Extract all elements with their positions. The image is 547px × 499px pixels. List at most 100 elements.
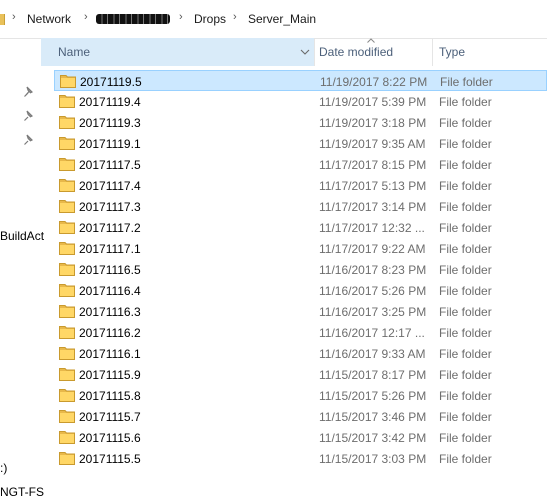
file-name[interactable]: 20171119.3	[79, 116, 141, 130]
nav-item-drive[interactable]: :)	[0, 461, 7, 475]
file-type: File folder	[439, 116, 492, 130]
address-bar[interactable]: › Network › › Drops › Server_Main	[0, 0, 547, 39]
file-date-modified: 11/15/2017 3:03 PM	[319, 452, 427, 466]
folder-icon	[59, 95, 75, 108]
file-date-modified: 11/17/2017 5:13 PM	[319, 179, 427, 193]
file-row[interactable]: 20171116.2 11/16/2017 12:17 ... File folde…	[54, 322, 547, 343]
file-row[interactable]: 20171119.3 11/19/2017 3:18 PM File folder	[54, 112, 547, 133]
file-type: File folder	[439, 389, 492, 403]
file-type: File folder	[439, 263, 492, 277]
chevron-right-icon[interactable]: ›	[12, 11, 16, 23]
folder-icon	[59, 263, 75, 276]
nav-item-buildact[interactable]: BuildAct	[0, 229, 44, 243]
file-date-modified: 11/16/2017 9:33 AM	[319, 347, 426, 361]
folder-icon	[59, 347, 75, 360]
file-name[interactable]: 20171116.4	[79, 284, 141, 298]
pin-icon[interactable]	[23, 134, 35, 146]
file-type: File folder	[439, 284, 492, 298]
folder-icon	[59, 284, 75, 297]
file-row[interactable]: 20171115.7 11/15/2017 3:46 PM File folder	[54, 406, 547, 427]
folder-icon	[59, 326, 75, 339]
file-row[interactable]: 20171117.4 11/17/2017 5:13 PM File folder	[54, 175, 547, 196]
file-date-modified: 11/19/2017 3:18 PM	[319, 116, 427, 130]
file-row[interactable]: 20171116.1 11/16/2017 9:33 AM File folder	[54, 343, 547, 364]
pin-icon[interactable]	[23, 110, 35, 122]
folder-icon	[59, 137, 75, 150]
file-name[interactable]: 20171115.6	[79, 431, 141, 445]
file-row[interactable]: 20171115.9 11/15/2017 8:17 PM File folder	[54, 364, 547, 385]
file-date-modified: 11/16/2017 8:23 PM	[319, 263, 427, 277]
file-name[interactable]: 20171115.9	[79, 368, 141, 382]
file-name[interactable]: 20171116.2	[79, 326, 141, 340]
navigation-pane: BuildAct :) NGT-FS	[0, 38, 44, 499]
file-type: File folder	[439, 452, 492, 466]
file-name[interactable]: 20171117.2	[79, 221, 141, 235]
file-name[interactable]: 20171116.1	[79, 347, 141, 361]
file-row[interactable]: 20171117.2 11/17/2017 12:32 ... File folde…	[54, 217, 547, 238]
file-row[interactable]: 20171115.5 11/15/2017 3:03 PM File folder	[54, 448, 547, 469]
file-row[interactable]: 20171116.5 11/16/2017 8:23 PM File folder	[54, 259, 547, 280]
file-date-modified: 11/15/2017 3:42 PM	[319, 431, 427, 445]
file-type: File folder	[439, 95, 492, 109]
file-row[interactable]: 20171117.1 11/17/2017 9:22 AM File folder	[54, 238, 547, 259]
file-name[interactable]: 20171116.5	[79, 263, 141, 277]
pin-icon[interactable]	[23, 86, 35, 98]
file-row[interactable]: 20171117.3 11/17/2017 3:14 PM File folder	[54, 196, 547, 217]
column-name-header[interactable]: Name	[41, 38, 314, 66]
column-date-label: Date modified	[319, 45, 394, 59]
folder-icon	[59, 410, 75, 423]
folder-icon	[59, 179, 75, 192]
folder-icon	[59, 200, 75, 213]
breadcrumb-drops[interactable]: Drops	[194, 12, 226, 26]
file-name[interactable]: 20171117.5	[79, 158, 141, 172]
breadcrumb-network[interactable]: Network	[27, 12, 71, 26]
file-row[interactable]: 20171119.1 11/19/2017 9:35 AM File folder	[54, 133, 547, 154]
file-name[interactable]: 20171115.7	[79, 410, 141, 424]
folder-icon	[59, 116, 75, 129]
file-name[interactable]: 20171117.4	[79, 179, 141, 193]
nav-item-ngt-fs[interactable]: NGT-FS	[0, 485, 44, 499]
file-name[interactable]: 20171116.3	[79, 305, 141, 319]
file-date-modified: 11/15/2017 8:17 PM	[319, 368, 427, 382]
file-name[interactable]: 20171119.5	[80, 75, 142, 89]
file-row[interactable]: 20171115.8 11/15/2017 5:26 PM File folder	[54, 385, 547, 406]
file-date-modified: 11/17/2017 3:14 PM	[319, 200, 427, 214]
column-type-header[interactable]: Type	[433, 38, 547, 66]
file-name[interactable]: 20171115.5	[79, 452, 141, 466]
file-name[interactable]: 20171115.8	[79, 389, 141, 403]
file-row[interactable]: 20171119.4 11/19/2017 5:39 PM File folder	[54, 91, 547, 112]
chevron-right-icon[interactable]: ›	[233, 11, 237, 23]
file-row[interactable]: 20171116.3 11/16/2017 3:25 PM File folder	[54, 301, 547, 322]
file-type: File folder	[440, 75, 493, 89]
file-type: File folder	[439, 326, 492, 340]
file-name[interactable]: 20171119.1	[79, 137, 141, 151]
file-type: File folder	[439, 368, 492, 382]
column-type-label: Type	[439, 45, 466, 59]
column-date-modified-header[interactable]: Date modified	[315, 38, 432, 66]
folder-icon	[59, 305, 75, 318]
file-name[interactable]: 20171119.4	[79, 95, 141, 109]
folder-icon	[59, 221, 75, 234]
file-row[interactable]: 20171115.6 11/15/2017 3:42 PM File folder	[54, 427, 547, 448]
file-row[interactable]: 20171117.5 11/17/2017 8:15 PM File folder	[54, 154, 547, 175]
file-row[interactable]: 20171116.4 11/16/2017 5:26 PM File folder	[54, 280, 547, 301]
file-type: File folder	[439, 137, 492, 151]
folder-icon	[59, 368, 75, 381]
file-date-modified: 11/17/2017 12:32 ...	[319, 221, 425, 235]
file-type: File folder	[439, 242, 492, 256]
chevron-right-icon[interactable]: ›	[179, 11, 183, 23]
folder-icon	[59, 158, 75, 171]
chevron-right-icon[interactable]: ›	[84, 11, 88, 23]
file-type: File folder	[439, 221, 492, 235]
file-name[interactable]: 20171117.1	[79, 242, 141, 256]
file-date-modified: 11/16/2017 12:17 ...	[319, 326, 425, 340]
breadcrumb-server-main[interactable]: Server_Main	[248, 12, 316, 26]
folder-icon	[59, 242, 75, 255]
file-name[interactable]: 20171117.3	[79, 200, 141, 214]
file-type: File folder	[439, 431, 492, 445]
redacted-server-name[interactable]	[96, 14, 170, 24]
file-row[interactable]: 20171119.5 11/19/2017 8:22 PM File folder	[54, 70, 547, 91]
file-type: File folder	[439, 158, 492, 172]
file-type: File folder	[439, 179, 492, 193]
chevron-down-icon[interactable]	[300, 47, 310, 57]
